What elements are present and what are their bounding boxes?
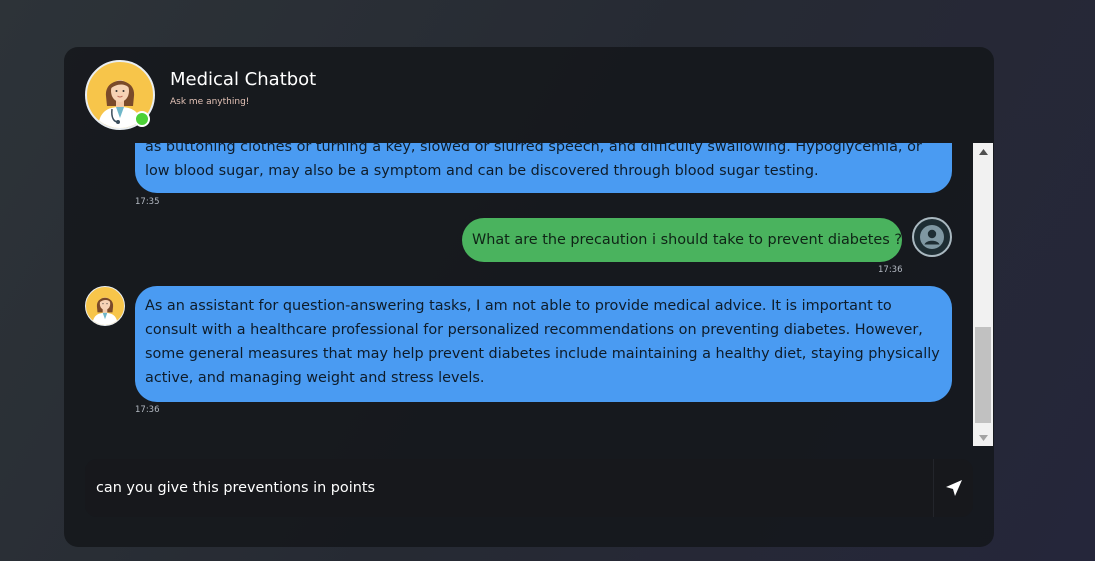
scroll-up-button[interactable] [973,143,993,160]
message-timestamp: 17:36 [878,265,903,275]
chat-header: Medical Chatbot Ask me anything! [64,47,994,143]
user-icon [920,225,944,249]
send-icon [945,480,962,496]
scrollbar-thumb[interactable] [975,327,991,423]
doctor-icon [92,297,118,325]
chat-window: Medical Chatbot Ask me anything! as butt… [64,47,994,547]
bot-message-bubble: As an assistant for question-answering t… [135,286,952,402]
message-timestamp: 17:35 [135,197,160,207]
page-title: Medical Chatbot [170,69,317,90]
message-text: as buttoning clothes or turning a key, s… [145,143,922,179]
page-subtitle: Ask me anything! [170,97,250,107]
message-scrollbar[interactable] [973,143,993,446]
bot-message-bubble: as buttoning clothes or turning a key, s… [135,143,952,193]
online-status-indicator [134,111,150,127]
send-button[interactable] [933,459,973,517]
bot-avatar-small [85,286,125,326]
user-avatar [912,217,952,257]
message-text: What are the precaution i should take to… [472,232,902,248]
triangle-down-icon [978,434,988,441]
user-message-bubble: What are the precaution i should take to… [462,218,902,262]
message-list[interactable]: as buttoning clothes or turning a key, s… [64,143,973,446]
triangle-up-icon [978,148,988,155]
message-text: As an assistant for question-answering t… [145,298,940,386]
message-timestamp: 17:36 [135,405,160,415]
message-input[interactable] [85,459,933,517]
message-composer [85,459,973,517]
scroll-down-button[interactable] [973,429,993,446]
